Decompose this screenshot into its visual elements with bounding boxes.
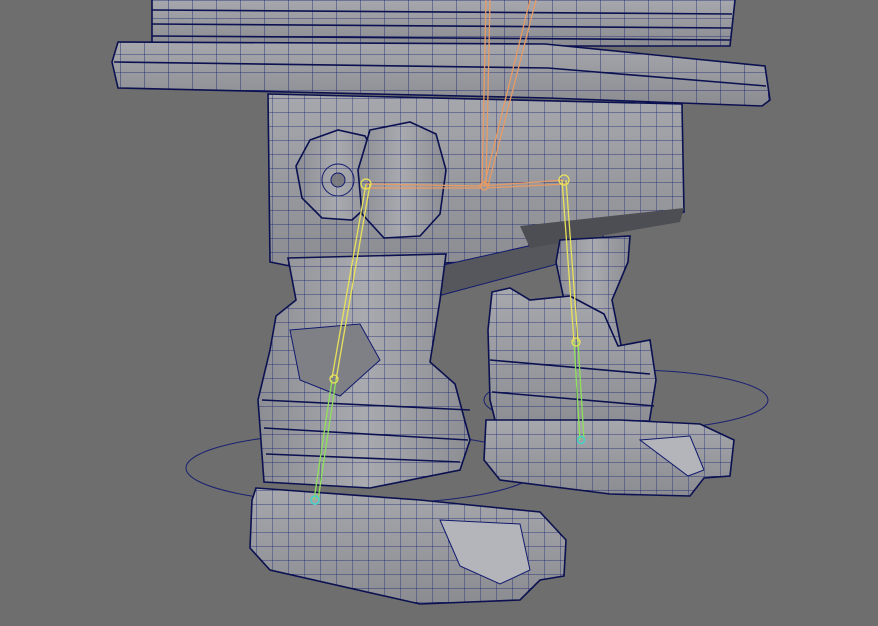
- body-top-plate[interactable]: [111, 41, 771, 107]
- upper-body-mesh[interactable]: [151, 0, 736, 47]
- 3d-viewport[interactable]: [0, 0, 878, 626]
- foot-left[interactable]: [249, 487, 567, 605]
- leg-left[interactable]: [257, 253, 471, 489]
- foot-right[interactable]: [483, 419, 735, 497]
- scene-canvas[interactable]: [0, 0, 878, 626]
